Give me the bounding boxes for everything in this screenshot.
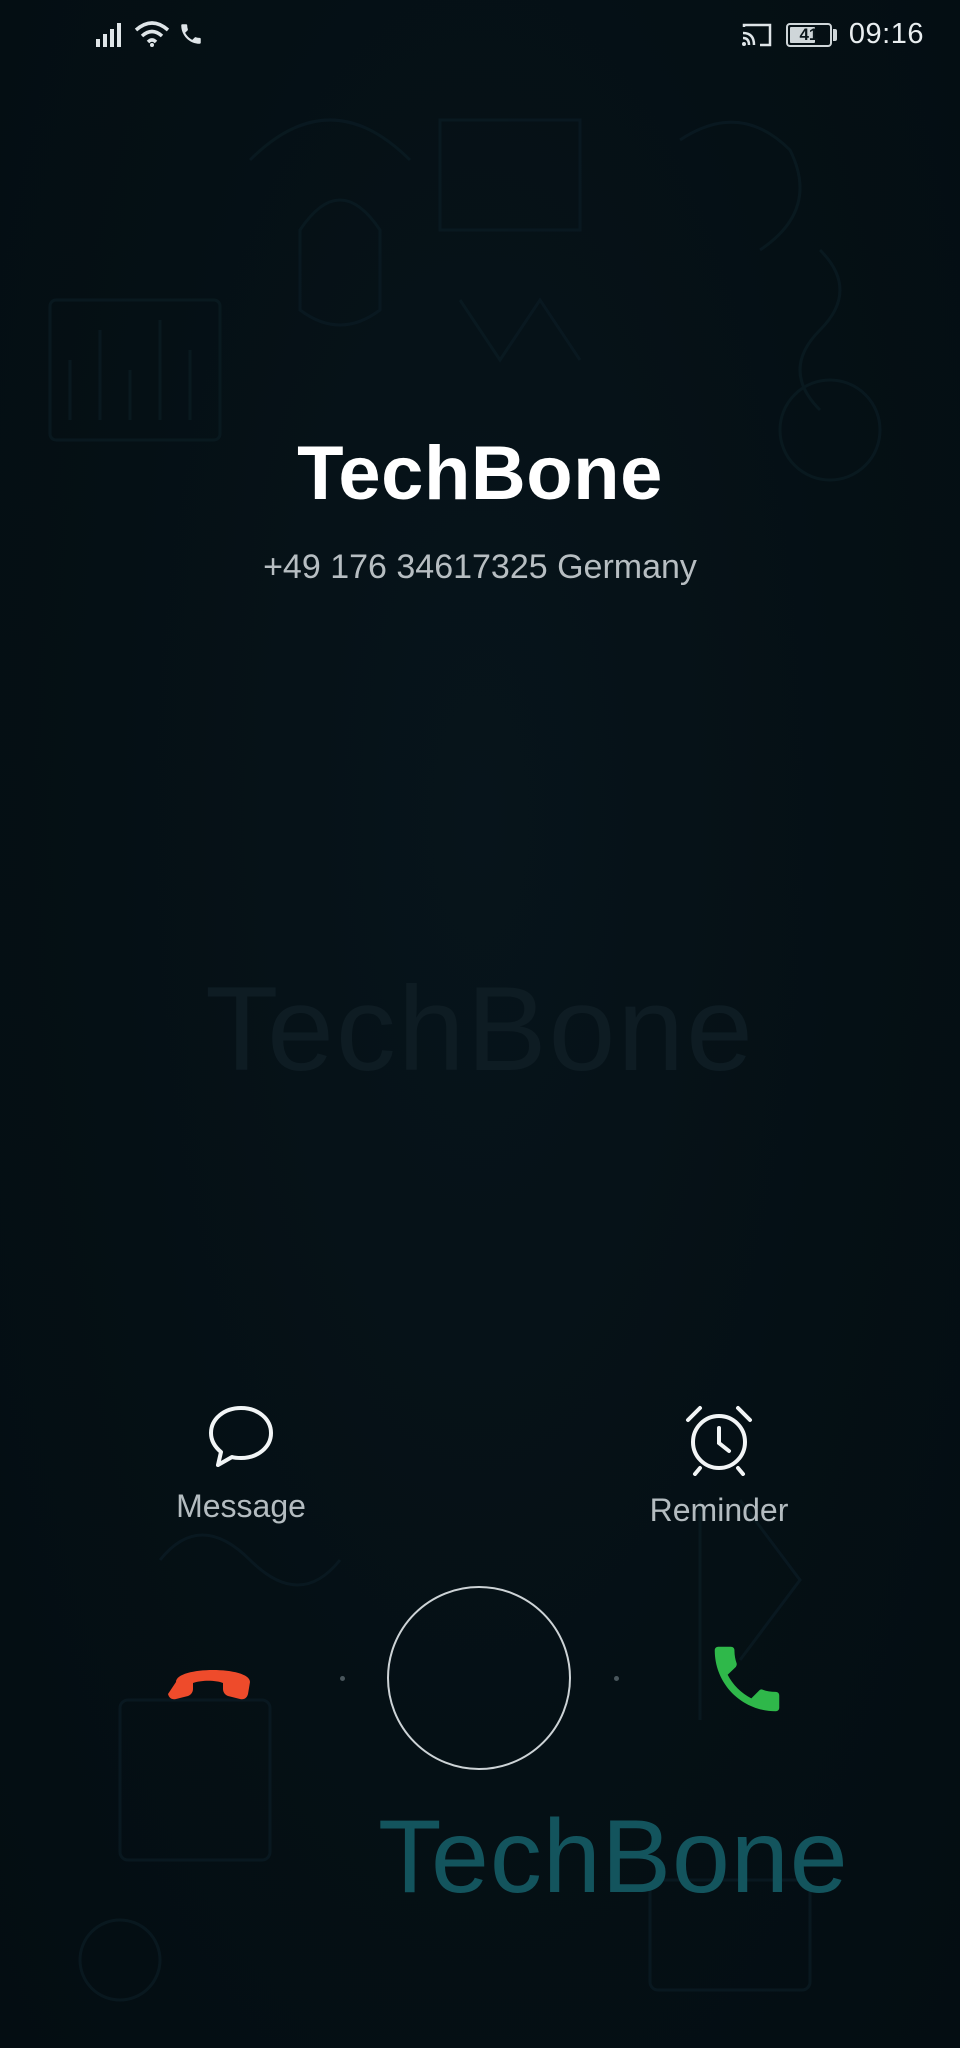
caller-number: +49 176 34617325 Germany	[263, 548, 697, 586]
slider-dot-left	[340, 1676, 345, 1681]
battery-tip	[832, 28, 837, 41]
battery-indicator: 41	[785, 22, 837, 47]
status-clock: 09:16	[848, 18, 924, 50]
reminder-action-button[interactable]: Reminder	[619, 1402, 819, 1529]
message-label: Message	[176, 1488, 306, 1524]
alarm-clock-icon	[686, 1406, 752, 1476]
message-action-button[interactable]: Message	[141, 1402, 341, 1525]
accept-call-icon[interactable]	[704, 1636, 790, 1722]
slider-dot-right	[614, 1676, 619, 1681]
slider-handle[interactable]	[387, 1586, 571, 1770]
signal-icon	[96, 23, 121, 47]
brand-watermark: TechBone	[378, 1799, 849, 1915]
cast-icon	[741, 23, 772, 46]
battery-level: 41	[799, 24, 819, 44]
reminder-label: Reminder	[649, 1492, 789, 1528]
status-bar-left	[96, 20, 204, 48]
status-bar-right: 41 09:16	[740, 18, 924, 51]
answer-slider	[0, 1580, 960, 1780]
center-watermark: TechBone	[205, 962, 755, 1096]
wifi-icon	[134, 21, 170, 47]
incoming-call-screen: 41 09:16 TechBone +49 176 34617325 Germa…	[0, 0, 960, 2048]
battery-icon: 41	[785, 22, 832, 47]
decline-call-icon[interactable]	[168, 1652, 258, 1706]
message-bubble-icon	[209, 1406, 273, 1467]
caller-name: TechBone	[297, 431, 663, 516]
status-bar: 41 09:16	[0, 0, 960, 72]
call-active-icon	[181, 24, 201, 44]
